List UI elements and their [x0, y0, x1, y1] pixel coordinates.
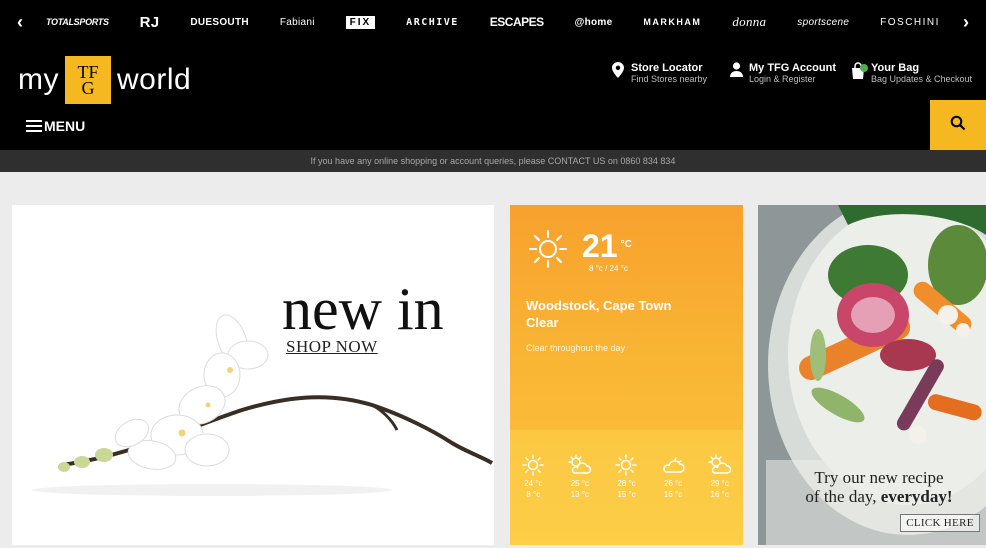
- forecast-day: 26 °c 16 °c: [655, 452, 691, 545]
- forecast-day: 28 °c 15 °c: [608, 452, 644, 545]
- weather-condition: Clear: [526, 315, 559, 330]
- hamburger-icon: [26, 117, 42, 135]
- recipe-banner[interactable]: Try our new recipe of the day, everyday!…: [758, 205, 986, 545]
- partly-cloudy-icon: [562, 452, 598, 478]
- forecast-day: 29 °c 16 °c: [702, 452, 738, 545]
- bag-title: Your Bag: [871, 62, 920, 74]
- weather-widget: 21 °C 8 °c / 24 °c Woodstock, Cape Town …: [510, 205, 743, 545]
- brand-donna[interactable]: donna: [732, 14, 766, 30]
- site-logo[interactable]: my TF G world: [18, 56, 191, 104]
- contact-info-bar: If you have any online shopping or accou…: [0, 150, 986, 172]
- new-in-banner[interactable]: new in SHOP NOW: [12, 205, 494, 545]
- recipe-line-2-bold: everyday!: [880, 487, 953, 506]
- brand-duesouth[interactable]: DUESOUTH: [190, 17, 249, 28]
- brand-fix[interactable]: FIX: [345, 15, 376, 29]
- forecast-low: 16 °c: [710, 490, 729, 499]
- cloudy-icon: [655, 452, 691, 478]
- forecast-low: 15 °c: [617, 490, 636, 499]
- forecast-low: 8 °c: [526, 490, 541, 499]
- account-link[interactable]: My TFG Account Login & Register: [728, 62, 836, 85]
- forecast-high: 26 °c: [663, 479, 683, 488]
- recipe-headline: Try our new recipe of the day, everyday!: [774, 468, 984, 506]
- contact-info-text: If you have any online shopping or accou…: [310, 156, 676, 166]
- weather-forecast: 24 °c 8 °c 25 °c 13 °c 28 °c 15 °c 26 °c…: [510, 430, 743, 545]
- brand-home[interactable]: @home: [575, 17, 613, 28]
- weather-location: Woodstock, Cape Town: [526, 298, 672, 313]
- temperature-range: 8 °c / 24 °c: [589, 264, 628, 273]
- user-icon: [728, 62, 744, 80]
- bag-subtitle: Bag Updates & Checkout: [871, 74, 973, 84]
- sun-icon: [515, 452, 551, 478]
- logo-word-left: my: [18, 63, 59, 96]
- current-temperature: 21: [582, 228, 618, 264]
- location-pin-icon: [610, 62, 626, 80]
- forecast-day: 25 °c 13 °c: [562, 452, 598, 545]
- temperature-unit: °C: [620, 239, 632, 250]
- shop-now-link[interactable]: SHOP NOW: [286, 337, 378, 357]
- brand-prev-arrow[interactable]: ‹: [0, 0, 40, 44]
- weather-description: Clear throughout the day: [526, 343, 626, 353]
- partly-cloudy-icon: [702, 452, 738, 478]
- brand-fabiani[interactable]: Fabiani: [280, 17, 315, 28]
- bag-icon: [850, 62, 868, 80]
- search-button[interactable]: [930, 100, 986, 150]
- store-locator-subtitle: Find Stores nearby: [631, 74, 708, 84]
- account-subtitle: Login & Register: [749, 74, 816, 84]
- menu-label: MENU: [44, 118, 86, 134]
- hero-title: new in: [282, 276, 444, 342]
- brand-totalsports[interactable]: TOTALSPORTS: [46, 17, 109, 27]
- forecast-low: 13 °c: [570, 490, 590, 499]
- brand-next-arrow[interactable]: ›: [946, 0, 986, 44]
- search-icon: [950, 115, 966, 136]
- site-header: my TF G world Store Locator Find Stores …: [0, 44, 986, 150]
- logo-word-right: world: [117, 63, 192, 96]
- brand-escapes[interactable]: ESCAPES: [490, 15, 544, 29]
- forecast-high: 28 °c: [617, 479, 636, 488]
- brand-markham[interactable]: MARKHAM: [643, 17, 701, 27]
- brand-rj[interactable]: RJ: [140, 14, 160, 31]
- logo-badge: TF G: [65, 56, 111, 104]
- click-here-button[interactable]: CLICK HERE: [900, 514, 980, 532]
- forecast-low: 16 °c: [663, 490, 683, 499]
- forecast-day: 24 °c 8 °c: [515, 452, 551, 545]
- account-title: My TFG Account: [749, 62, 836, 74]
- brand-foschini[interactable]: FOSCHINI: [880, 17, 940, 28]
- forecast-high: 25 °c: [570, 479, 590, 488]
- brand-strip: ‹ TOTALSPORTS RJ DUESOUTH Fabiani FIX AR…: [0, 0, 986, 44]
- store-locator-link[interactable]: Store Locator Find Stores nearby: [610, 62, 707, 85]
- menu-button[interactable]: MENU: [26, 117, 85, 135]
- sun-icon: [608, 452, 644, 478]
- forecast-high: 29 °c: [710, 479, 729, 488]
- brand-sportscene[interactable]: sportscene: [797, 17, 849, 28]
- orchid-illustration: [32, 314, 494, 496]
- forecast-high: 24 °c: [524, 479, 543, 488]
- recipe-line-2: of the day, everyday!: [774, 487, 984, 506]
- logo-badge-bottom: G: [81, 78, 95, 98]
- recipe-line-2-text: of the day,: [805, 487, 877, 506]
- bag-link[interactable]: Your Bag Bag Updates & Checkout: [850, 62, 972, 85]
- brand-archive[interactable]: ARCHIVE: [406, 17, 459, 28]
- brand-list: TOTALSPORTS RJ DUESOUTH Fabiani FIX ARCH…: [40, 14, 946, 31]
- recipe-line-1: Try our new recipe: [814, 468, 944, 487]
- store-locator-title: Store Locator: [631, 62, 703, 74]
- sun-icon: [528, 229, 568, 274]
